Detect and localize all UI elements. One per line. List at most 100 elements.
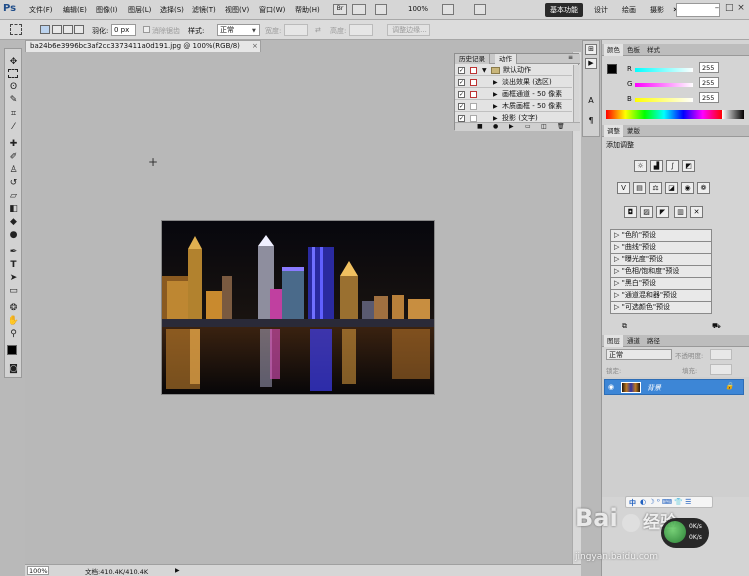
network-speed-widget[interactable]: 0K/s 0K/s: [661, 518, 709, 548]
tab-actions[interactable]: 动作: [495, 54, 517, 64]
posterize-icon[interactable]: ▨: [640, 206, 653, 218]
arrange-documents-icon[interactable]: [474, 4, 486, 15]
actions-scrollbar[interactable]: [573, 65, 579, 123]
threshold-icon[interactable]: ◤: [656, 206, 669, 218]
action-check-icon[interactable]: ✓: [458, 91, 465, 98]
delete-icon[interactable]: 🗑: [557, 123, 565, 130]
tab-color[interactable]: 颜色: [604, 44, 623, 56]
action-check-icon[interactable]: ✓: [458, 103, 465, 110]
zoom-field[interactable]: 100%: [27, 566, 49, 575]
action-check-icon[interactable]: ✓: [458, 67, 465, 74]
workspace-essentials-button[interactable]: 基本功能: [545, 3, 583, 17]
preset-exposure[interactable]: ▷ "曝光度"预设: [610, 254, 712, 266]
shape-tool-icon[interactable]: ▭: [7, 286, 20, 297]
color-balance-icon[interactable]: ⚖: [649, 182, 662, 194]
workspace-painting-button[interactable]: 绘画: [617, 3, 641, 17]
antialias-checkbox[interactable]: [143, 26, 150, 33]
close-button[interactable]: ×: [737, 3, 745, 15]
expand-icon[interactable]: ▶: [493, 101, 498, 112]
adjustments-options-icon[interactable]: ⛟: [712, 322, 721, 331]
rect-marquee-preset-icon[interactable]: [10, 24, 22, 35]
opacity-input[interactable]: [710, 349, 732, 360]
preset-black-white[interactable]: ▷ "黑白"预设: [610, 278, 712, 290]
clip-layer-icon[interactable]: ⧉: [622, 322, 627, 331]
new-selection-icon[interactable]: [40, 25, 50, 34]
eyedropper-tool-icon[interactable]: ⁄: [7, 122, 20, 133]
history-panel-icon[interactable]: ⊞: [585, 44, 597, 55]
document-tab-close-icon[interactable]: ×: [252, 41, 260, 52]
tab-styles[interactable]: 样式: [644, 44, 663, 56]
tab-swatches[interactable]: 色板: [624, 44, 643, 56]
hand-tool-icon[interactable]: ✋: [7, 316, 20, 327]
eraser-tool-icon[interactable]: ▱: [7, 191, 20, 202]
zoom-level-select[interactable]: 100%: [408, 5, 428, 13]
stop-icon[interactable]: ■: [477, 123, 483, 130]
workspace-photography-button[interactable]: 摄影: [645, 3, 669, 17]
levels-icon[interactable]: ▟: [650, 160, 663, 172]
layer-row-background[interactable]: ◉ 背景 🔒: [604, 379, 744, 395]
bridge-icon[interactable]: Br: [333, 4, 347, 15]
subtract-selection-icon[interactable]: [63, 25, 73, 34]
preset-curves[interactable]: ▷ "曲线"预设: [610, 242, 712, 254]
lasso-tool-icon[interactable]: ʘ: [7, 82, 20, 93]
tab-masks[interactable]: 蒙版: [624, 125, 643, 137]
g-slider[interactable]: [635, 83, 693, 87]
b-slider[interactable]: [635, 98, 693, 102]
tab-layers[interactable]: 图层: [604, 335, 623, 347]
menu-filter[interactable]: 滤镜(T): [192, 5, 216, 15]
tab-paths[interactable]: 路径: [644, 335, 663, 347]
menu-select[interactable]: 选择(S): [160, 5, 184, 15]
3d-rotate-tool-icon[interactable]: ❂: [7, 303, 20, 314]
preset-levels[interactable]: ▷ "色阶"预设: [610, 230, 712, 242]
intersect-selection-icon[interactable]: [74, 25, 84, 34]
grayscale-bar[interactable]: [722, 110, 744, 119]
character-panel-icon[interactable]: A: [585, 96, 597, 107]
preset-channel-mixer[interactable]: ▷ "通道混和器"预设: [610, 290, 712, 302]
menu-layer[interactable]: 图层(L): [128, 5, 151, 15]
feather-input[interactable]: 0 px: [111, 24, 136, 36]
new-action-icon[interactable]: ◫: [541, 123, 547, 130]
dodge-tool-icon[interactable]: ●: [7, 230, 20, 241]
dialog-toggle-icon[interactable]: [470, 103, 477, 110]
action-row[interactable]: ✓ ▼ 默认动作: [455, 65, 572, 76]
view-extras-icon[interactable]: [442, 4, 454, 15]
maximize-button[interactable]: □: [725, 3, 734, 15]
path-select-tool-icon[interactable]: ➤: [7, 273, 20, 284]
foreground-color-swatch[interactable]: [7, 345, 17, 355]
refine-edge-button[interactable]: 调整边缘...: [387, 24, 430, 36]
move-tool-icon[interactable]: ✥: [7, 57, 20, 68]
menu-image[interactable]: 图像(I): [96, 5, 118, 15]
action-check-icon[interactable]: ✓: [458, 115, 465, 122]
action-row[interactable]: ✓ ▶ 淡出效果 (选区): [455, 77, 572, 88]
document-tab[interactable]: ba24b6e3996bc3af2cc3373411a0d191.jpg @ 1…: [25, 40, 261, 52]
g-value-input[interactable]: 255: [699, 77, 719, 88]
healing-brush-tool-icon[interactable]: ✚: [7, 139, 20, 150]
selective-color-icon[interactable]: ✕: [690, 206, 703, 218]
expand-icon[interactable]: ▼: [482, 65, 487, 76]
actions-panel-icon[interactable]: ▶: [585, 58, 597, 69]
history-brush-tool-icon[interactable]: ↺: [7, 178, 20, 189]
hand-view-icon[interactable]: [375, 4, 387, 15]
blur-tool-icon[interactable]: ◆: [7, 217, 20, 228]
curves-icon[interactable]: ∫: [666, 160, 679, 172]
paragraph-panel-icon[interactable]: ¶: [585, 116, 597, 127]
new-set-icon[interactable]: ▭: [525, 123, 531, 130]
invert-icon[interactable]: ◘: [624, 206, 637, 218]
panel-menu-icon[interactable]: ≡: [568, 54, 573, 61]
quick-select-tool-icon[interactable]: ✎: [7, 95, 20, 106]
add-selection-icon[interactable]: [52, 25, 62, 34]
dialog-toggle-icon[interactable]: [470, 67, 477, 74]
height-input[interactable]: [349, 24, 373, 36]
brightness-contrast-icon[interactable]: ☼: [634, 160, 647, 172]
b-value-input[interactable]: 255: [699, 92, 719, 103]
workspace-design-button[interactable]: 设计: [589, 3, 613, 17]
zoom-tool-icon[interactable]: ⚲: [7, 329, 20, 340]
minimize-button[interactable]: –: [713, 3, 721, 15]
record-icon[interactable]: ●: [493, 123, 498, 130]
photo-filter-icon[interactable]: ◉: [681, 182, 694, 194]
action-row[interactable]: ✓ ▶ 画框通道 - 50 像素: [455, 89, 572, 100]
quick-mask-icon[interactable]: ◙: [7, 364, 20, 375]
dialog-toggle-icon[interactable]: [470, 115, 477, 122]
menu-help[interactable]: 帮助(H): [295, 5, 320, 15]
menu-file[interactable]: 文件(F): [29, 5, 53, 15]
